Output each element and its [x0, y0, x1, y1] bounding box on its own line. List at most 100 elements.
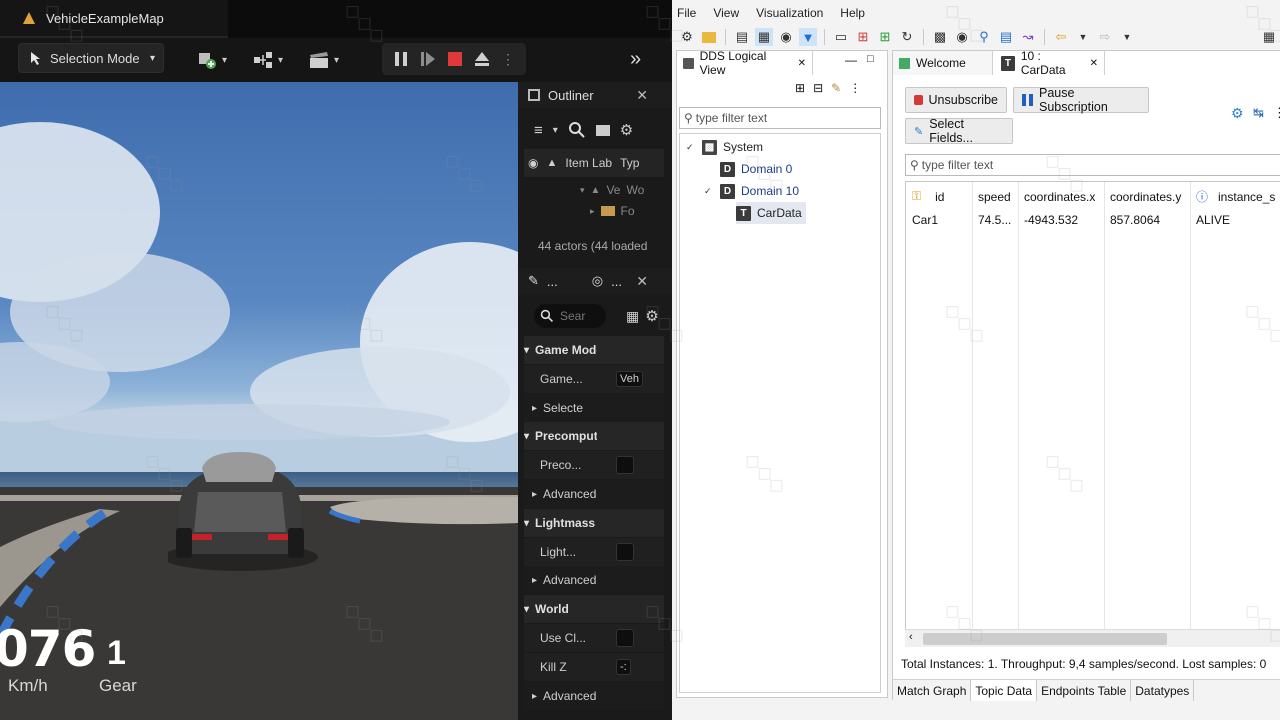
step-forward-icon[interactable] — [419, 50, 437, 68]
add-actor-button[interactable]: ▾ — [196, 47, 227, 73]
details-row-value[interactable]: Veh — [616, 371, 643, 387]
minimize-icon[interactable]: — — [845, 53, 857, 67]
outliner-row[interactable]: ▸ Fo — [524, 197, 664, 225]
record-icon[interactable]: ◉ — [777, 28, 795, 46]
gear-icon[interactable]: ⚙ — [620, 121, 633, 139]
blueprint-button[interactable]: ▾ — [252, 47, 283, 73]
table-cell[interactable]: 74.5... — [972, 208, 1018, 231]
table-cell[interactable]: Car1 — [906, 208, 972, 231]
tab-cardata[interactable]: T 10 : CarData ✕ — [995, 49, 1105, 77]
chevron-down-icon[interactable]: ▾ — [524, 604, 529, 615]
export-icon[interactable]: ▭ — [832, 28, 850, 46]
table-cell[interactable]: 857.8064 — [1104, 208, 1190, 231]
details-property[interactable]: Preco... — [524, 451, 664, 479]
expand-arrow-icon[interactable]: ▾ — [580, 185, 585, 196]
eject-icon[interactable] — [473, 50, 491, 68]
details-advanced-section[interactable]: ▸ Selecte — [524, 394, 664, 422]
chart-icon[interactable]: ↝ — [1019, 28, 1037, 46]
globe-icon[interactable]: ◎ — [592, 273, 603, 289]
topic-filter-input[interactable]: ⚲ type filter text — [905, 154, 1280, 176]
view-menu-icon[interactable]: ⋮ — [849, 81, 861, 95]
clear-icon[interactable]: ✎ — [831, 81, 841, 95]
stop-icon[interactable] — [447, 51, 463, 67]
pause-subscription-button[interactable]: Pause Subscription — [1013, 86, 1149, 114]
more-options-icon[interactable]: ⋮ — [501, 51, 515, 68]
filter-icon[interactable]: ≡ — [534, 122, 543, 139]
details-category[interactable]: ▾ Precomputed Visibil — [524, 422, 664, 450]
details-category[interactable]: ▾ World — [524, 595, 664, 623]
column-header[interactable]: coordinates.x — [1018, 185, 1104, 208]
column-header[interactable]: speed — [972, 185, 1018, 208]
details-advanced-section[interactable]: ▸ Advanced — [524, 480, 664, 508]
chevron-down-icon[interactable]: ▾ — [553, 125, 558, 136]
tree-item-domain-10[interactable]: ✓ D Domain 10 — [704, 180, 799, 202]
details-advanced-section[interactable]: ▸ Advanced — [524, 682, 664, 710]
details-category[interactable]: ▾ Game Mode — [524, 336, 664, 364]
details-property[interactable]: Use Cl... — [524, 624, 664, 652]
tab-welcome[interactable]: Welcome — [893, 51, 993, 75]
expand-toolbar-icon[interactable]: » — [630, 48, 641, 71]
tab-topic-data[interactable]: Topic Data — [971, 680, 1038, 701]
search-icon[interactable] — [568, 121, 586, 139]
zoom-icon[interactable]: ⚲ — [975, 28, 993, 46]
logical-view-filter-input[interactable]: ⚲ type filter text — [679, 107, 881, 129]
text-view-icon[interactable]: ▤ — [733, 28, 751, 46]
perspective-icon[interactable]: ▦ — [1260, 28, 1278, 46]
settings-icon[interactable]: ⚙ — [1231, 105, 1244, 122]
chevron-right-icon[interactable]: ▸ — [532, 489, 537, 500]
details-category[interactable]: ▾ Lightmass — [524, 509, 664, 537]
table-cell[interactable]: ALIVE — [1190, 208, 1280, 231]
table-horizontal-scrollbar[interactable]: ‹ — [905, 629, 1280, 647]
menu-visualization[interactable]: Visualization — [756, 6, 823, 20]
close-icon[interactable]: ✕ — [636, 87, 648, 104]
column-header[interactable]: ⓘ instance_s — [1190, 185, 1280, 208]
expand-arrow-icon[interactable]: ▸ — [590, 206, 595, 217]
chevron-down-icon[interactable]: ✓ — [704, 186, 714, 197]
tab-dds-logical-view[interactable]: DDS Logical View ✕ — [677, 49, 813, 77]
chevron-right-icon[interactable]: ▸ — [532, 575, 537, 586]
details-row-checkbox[interactable] — [616, 629, 634, 647]
scroll-left-icon[interactable]: ‹ — [909, 631, 913, 643]
chevron-down-icon[interactable]: ▾ — [524, 518, 529, 529]
details-row-checkbox[interactable] — [616, 543, 634, 561]
eye-icon[interactable]: ◉ — [528, 156, 538, 170]
maximize-icon[interactable]: □ — [867, 53, 874, 65]
pin-icon[interactable]: ▲ — [546, 157, 557, 169]
column-type[interactable]: Typ — [620, 156, 639, 170]
details-property[interactable]: Game... Veh — [524, 365, 664, 393]
chevron-right-icon[interactable]: ▸ — [532, 691, 537, 702]
refresh-icon[interactable]: ↻ — [898, 28, 916, 46]
tab-match-graph[interactable]: Match Graph — [893, 680, 972, 701]
details-row-value[interactable]: -: — [616, 659, 631, 675]
filter-icon[interactable]: ▼ — [799, 28, 817, 46]
add-green-icon[interactable]: ⊞ — [876, 28, 894, 46]
add-red-icon[interactable]: ⊞ — [854, 28, 872, 46]
chevron-down-icon[interactable]: ▾ — [524, 431, 529, 442]
details-row-checkbox[interactable] — [616, 456, 634, 474]
tree-item-cardata[interactable]: T CarData — [736, 202, 806, 224]
close-icon[interactable]: ✕ — [1090, 58, 1098, 69]
column-header[interactable]: coordinates.y — [1104, 185, 1190, 208]
tree-item-domain-0[interactable]: D Domain 0 — [704, 158, 792, 180]
tab-datatypes[interactable]: Datatypes — [1131, 680, 1195, 701]
folder-add-icon[interactable] — [595, 124, 610, 136]
selection-mode-dropdown[interactable]: Selection Mode ▾ — [18, 43, 164, 73]
gear-icon[interactable]: ⚙ — [645, 307, 658, 325]
game-viewport[interactable]: 076 Km/h 1 Gear — [0, 82, 518, 720]
close-icon[interactable]: ✕ — [636, 273, 648, 290]
details-tab-label[interactable]: ... — [547, 274, 558, 289]
table-cell[interactable]: -4943.532 — [1018, 208, 1104, 231]
chevron-down-icon[interactable]: ▼ — [1074, 28, 1092, 46]
cinematics-button[interactable]: ▾ — [308, 47, 339, 73]
details-property[interactable]: Light... — [524, 538, 664, 566]
details-property[interactable]: Kill Z -: — [524, 653, 664, 681]
chevron-down-icon[interactable]: ✓ — [686, 142, 696, 153]
hierarchy-view-icon[interactable]: ▦ — [755, 28, 773, 46]
chevron-down-icon[interactable]: ▾ — [524, 345, 529, 356]
menu-help[interactable]: Help — [840, 6, 865, 20]
forward-icon[interactable]: ⇨ — [1096, 28, 1114, 46]
table-view-icon[interactable]: ▦ — [626, 308, 639, 325]
tree-item-system[interactable]: ✓ ▩ System — [686, 136, 763, 158]
chevron-right-icon[interactable]: ▸ — [532, 403, 537, 414]
document-icon[interactable]: ▤ — [997, 28, 1015, 46]
